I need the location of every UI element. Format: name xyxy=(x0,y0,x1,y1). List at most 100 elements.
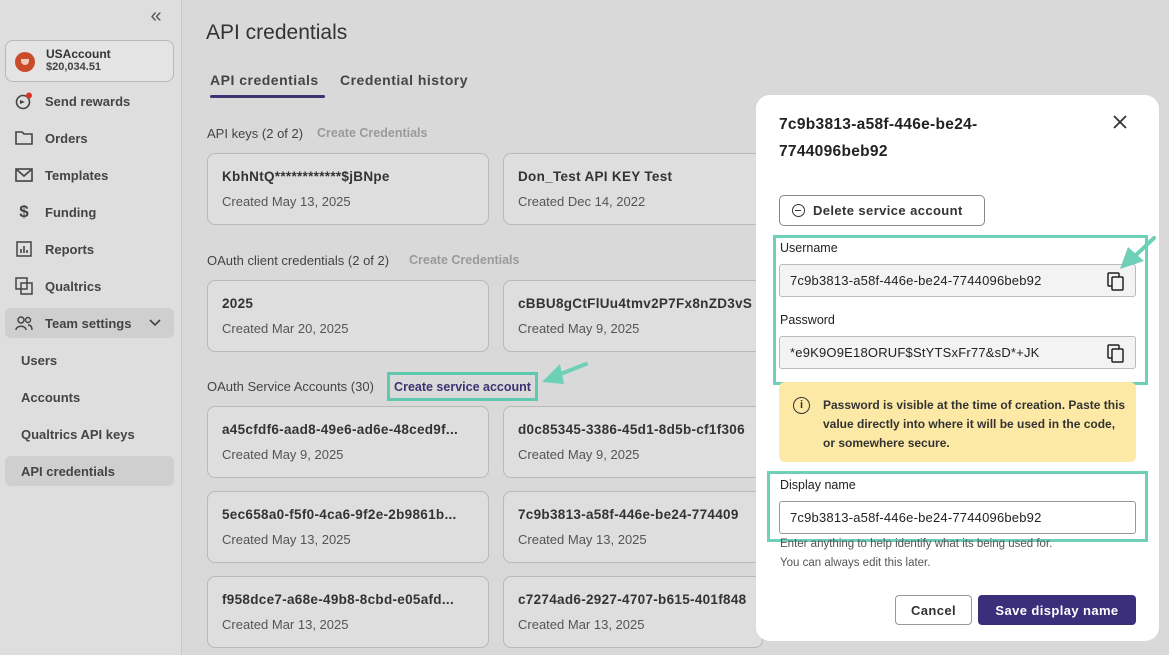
oauth-clients-label: OAuth client credentials (2 of 2) xyxy=(207,253,390,268)
chevron-down-icon xyxy=(148,315,162,332)
sidebar-item-label: Reports xyxy=(45,241,95,257)
card-title: d0c85345-3386-45d1-8d5b-cf1f306 xyxy=(518,422,745,437)
sidebar-item-users[interactable]: Users xyxy=(5,345,174,375)
credential-card[interactable]: cBBU8gCtFlUu4tmv2P7Fx8nZD3vS Created May… xyxy=(503,280,763,352)
close-icon[interactable] xyxy=(1110,113,1130,133)
username-label: Username xyxy=(780,241,838,255)
sidebar-item-label: Funding xyxy=(45,204,97,220)
credential-card[interactable]: 5ec658a0-f5f0-4ca6-9f2e-2b9861b... Creat… xyxy=(207,491,489,563)
password-label: Password xyxy=(780,313,835,327)
sidebar-item-label: Users xyxy=(21,352,58,368)
save-display-name-button[interactable]: Save display name xyxy=(978,595,1136,625)
card-created-date: Created May 9, 2025 xyxy=(518,447,640,462)
sidebar-item-label: Templates xyxy=(45,167,109,183)
password-warning: i Password is visible at the time of cre… xyxy=(779,382,1136,462)
send-rewards-icon xyxy=(14,91,34,111)
dollar-icon: $ xyxy=(19,202,29,221)
help-line: Enter anything to help identify what its… xyxy=(780,538,1053,550)
account-balance: $20,034.51 xyxy=(46,61,102,73)
annotation-arrow-icon xyxy=(1120,236,1156,269)
delete-button-label: Delete service account xyxy=(813,203,963,218)
sidebar: « USAccount $20,034.51 Send rewards Orde… xyxy=(0,0,182,655)
chart-icon xyxy=(14,239,34,259)
card-title: c7274ad6-2927-4707-b615-401f848 xyxy=(518,592,747,607)
annotation-arrow-icon xyxy=(542,362,588,384)
password-value: *e9K9O9E18ORUF$StYTSxFr77&sD*+JK xyxy=(790,345,1040,360)
password-field[interactable]: *e9K9O9E18ORUF$StYTSxFr77&sD*+JK xyxy=(779,336,1136,369)
account-name: USAccount xyxy=(46,47,111,61)
card-title: f958dce7-a68e-49b8-8cbd-e05afd... xyxy=(222,592,455,607)
tab-credential-history[interactable]: Credential history xyxy=(340,72,468,88)
help-line: You can always edit this later. xyxy=(780,557,931,569)
credential-card[interactable]: 2025 Created Mar 20, 2025 xyxy=(207,280,489,352)
qualtrics-icon xyxy=(14,276,34,296)
active-tab-indicator xyxy=(210,95,325,98)
credential-card[interactable]: d0c85345-3386-45d1-8d5b-cf1f306 Created … xyxy=(503,406,763,478)
username-field[interactable]: 7c9b3813-a58f-446e-be24-7744096beb92 xyxy=(779,264,1136,297)
folder-icon xyxy=(14,128,34,148)
card-title: 2025 xyxy=(222,296,254,311)
minus-circle-icon xyxy=(792,204,805,217)
collapse-sidebar-icon[interactable]: « xyxy=(146,6,166,26)
page-title: API credentials xyxy=(206,21,348,44)
card-title: 5ec658a0-f5f0-4ca6-9f2e-2b9861b... xyxy=(222,507,457,522)
card-title: Don_Test API KEY Test xyxy=(518,169,673,184)
card-created-date: Created Mar 13, 2025 xyxy=(222,617,349,632)
sidebar-item-orders[interactable]: Orders xyxy=(5,123,174,153)
card-created-date: Created Dec 14, 2022 xyxy=(518,194,646,209)
cancel-button[interactable]: Cancel xyxy=(895,595,972,625)
info-icon: i xyxy=(793,397,810,414)
card-created-date: Created Mar 20, 2025 xyxy=(222,321,349,336)
sidebar-item-label: Send rewards xyxy=(45,93,131,109)
tab-api-credentials[interactable]: API credentials xyxy=(210,72,319,88)
sidebar-item-label: Orders xyxy=(45,130,88,146)
sidebar-item-qualtrics[interactable]: Qualtrics xyxy=(5,271,174,301)
sidebar-item-templates[interactable]: Templates xyxy=(5,160,174,190)
copy-icon[interactable] xyxy=(1107,344,1125,363)
mail-icon xyxy=(14,165,34,185)
delete-service-account-button[interactable]: Delete service account xyxy=(779,195,985,226)
sidebar-item-team-settings[interactable]: Team settings xyxy=(5,308,174,338)
account-switcher[interactable]: USAccount $20,034.51 xyxy=(5,40,174,82)
service-account-modal: 7c9b3813-a58f-446e-be24-7744096beb92 Del… xyxy=(756,95,1159,641)
username-value: 7c9b3813-a58f-446e-be24-7744096beb92 xyxy=(790,273,1042,288)
card-created-date: Created May 13, 2025 xyxy=(518,532,647,547)
team-icon xyxy=(14,313,34,333)
sidebar-item-label: Accounts xyxy=(21,389,81,405)
sidebar-item-label: API credentials xyxy=(21,463,115,479)
card-created-date: Created May 9, 2025 xyxy=(222,447,344,462)
sidebar-item-label: Qualtrics API keys xyxy=(21,426,135,442)
sidebar-item-accounts[interactable]: Accounts xyxy=(5,382,174,412)
copy-icon[interactable] xyxy=(1107,272,1125,291)
credential-card[interactable]: 7c9b3813-a58f-446e-be24-774409 Created M… xyxy=(503,491,763,563)
sidebar-item-label: Qualtrics xyxy=(45,278,102,294)
modal-title: 7c9b3813-a58f-446e-be24-7744096beb92 xyxy=(779,116,978,160)
warning-text: Password is visible at the time of creat… xyxy=(823,398,1126,450)
create-credentials-link[interactable]: Create Credentials xyxy=(409,253,519,267)
display-name-value: 7c9b3813-a58f-446e-be24-7744096beb92 xyxy=(790,510,1042,525)
service-accounts-label: OAuth Service Accounts (30) xyxy=(207,379,374,394)
sidebar-item-api-credentials[interactable]: API credentials xyxy=(5,456,174,486)
card-title: cBBU8gCtFlUu4tmv2P7Fx8nZD3vS xyxy=(518,296,753,311)
credential-card[interactable]: f958dce7-a68e-49b8-8cbd-e05afd... Create… xyxy=(207,576,489,648)
sidebar-item-label: Team settings xyxy=(45,315,132,331)
display-name-input[interactable]: 7c9b3813-a58f-446e-be24-7744096beb92 xyxy=(779,501,1136,534)
sidebar-item-qualtrics-api-keys[interactable]: Qualtrics API keys xyxy=(5,419,174,449)
card-created-date: Created May 13, 2025 xyxy=(222,532,351,547)
card-title: KbhNtQ************$jBNpe xyxy=(222,169,390,184)
account-logo-icon xyxy=(15,52,35,72)
sidebar-item-funding[interactable]: $ Funding xyxy=(5,197,174,227)
create-credentials-link[interactable]: Create Credentials xyxy=(317,126,427,140)
display-name-help: Enter anything to help identify what its… xyxy=(780,535,1110,573)
card-created-date: Created May 13, 2025 xyxy=(222,194,351,209)
card-created-date: Created Mar 13, 2025 xyxy=(518,617,645,632)
credential-card[interactable]: KbhNtQ************$jBNpe Created May 13,… xyxy=(207,153,489,225)
credential-card[interactable]: a45cfdf6-aad8-49e6-ad6e-48ced9f... Creat… xyxy=(207,406,489,478)
sidebar-item-reports[interactable]: Reports xyxy=(5,234,174,264)
card-title: a45cfdf6-aad8-49e6-ad6e-48ced9f... xyxy=(222,422,459,437)
card-created-date: Created May 9, 2025 xyxy=(518,321,640,336)
sidebar-item-send-rewards[interactable]: Send rewards xyxy=(5,86,174,116)
credential-card[interactable]: Don_Test API KEY Test Created Dec 14, 20… xyxy=(503,153,763,225)
create-service-account-link[interactable]: Create service account xyxy=(387,372,538,401)
credential-card[interactable]: c7274ad6-2927-4707-b615-401f848 Created … xyxy=(503,576,763,648)
